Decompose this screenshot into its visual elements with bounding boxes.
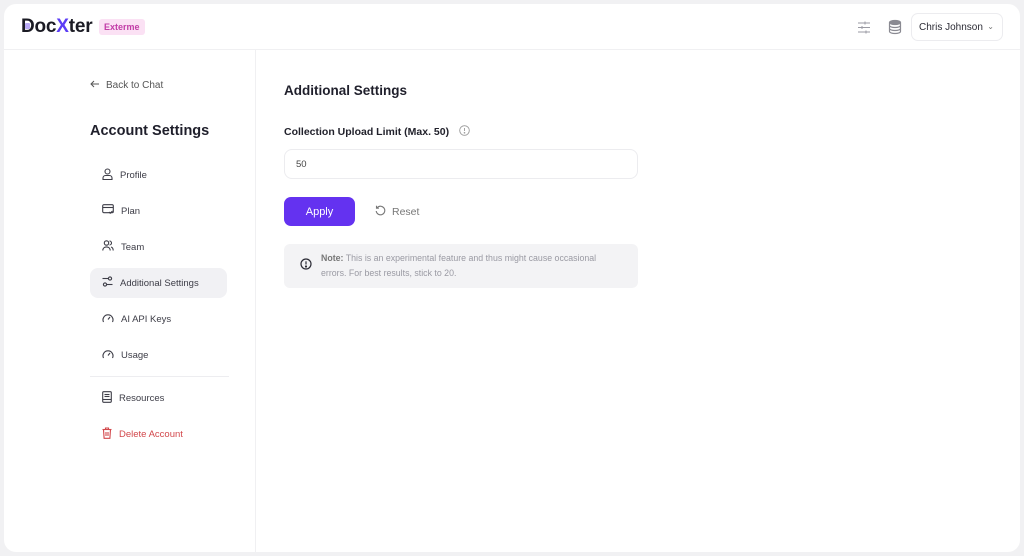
- sidebar-item-ai-api-keys[interactable]: AI API Keys: [90, 304, 227, 334]
- note-body: This is an experimental feature and thus…: [321, 253, 597, 278]
- info-icon[interactable]: [459, 125, 470, 139]
- sidebar-item-label: Resources: [119, 392, 165, 404]
- settings-sidebar: Back to Chat Account Settings Profile Pl…: [4, 50, 256, 552]
- chevron-down-icon: ⌄: [987, 22, 994, 31]
- alert-circle-icon: [300, 257, 312, 275]
- sidebar-item-resources[interactable]: Resources: [90, 383, 227, 413]
- upload-limit-label: Collection Upload Limit (Max. 50): [284, 125, 470, 139]
- book-icon: [102, 390, 112, 406]
- sidebar-item-label: Profile: [120, 169, 147, 181]
- arrow-left-icon: [90, 80, 100, 91]
- gauge-icon: [102, 313, 114, 326]
- settings-nav: Profile Plan Team Additional Settings AI…: [90, 160, 229, 455]
- brand-suffix: ter: [68, 16, 93, 37]
- brand-logo[interactable]: Doc Xter: [21, 16, 93, 38]
- brand-prefix: Doc: [21, 16, 57, 37]
- reset-label: Reset: [392, 206, 420, 218]
- trash-icon: [102, 426, 112, 442]
- sidebar-item-profile[interactable]: Profile: [90, 160, 227, 190]
- apply-button[interactable]: Apply: [284, 197, 355, 226]
- top-bar: Doc Xter Exterme Chris Johnson ⌄: [4, 4, 1020, 50]
- nav-divider: [90, 376, 229, 377]
- sidebar-title: Account Settings: [90, 123, 210, 139]
- sidebar-item-label: Delete Account: [119, 428, 183, 440]
- upload-limit-input[interactable]: [284, 149, 638, 179]
- sidebar-item-label: AI API Keys: [121, 313, 172, 325]
- sliders-icon[interactable]: [856, 18, 872, 36]
- sidebar-item-additional-settings[interactable]: Additional Settings: [90, 268, 227, 298]
- note-label: Note:: [321, 253, 344, 263]
- plan-badge: Exterme: [99, 19, 145, 35]
- reset-button[interactable]: Reset: [375, 205, 419, 219]
- reset-icon: [375, 205, 386, 219]
- top-icons: [856, 18, 904, 36]
- gauge-icon: [102, 349, 114, 362]
- sidebar-item-plan[interactable]: Plan: [90, 196, 227, 226]
- sidebar-item-usage[interactable]: Usage: [90, 340, 227, 370]
- sidebar-item-label: Plan: [121, 205, 141, 217]
- back-to-chat-link[interactable]: Back to Chat: [90, 80, 163, 91]
- sidebar-item-label: Additional Settings: [120, 277, 199, 289]
- coins-icon[interactable]: [888, 18, 904, 36]
- note-text: Note: This is an experimental feature an…: [321, 251, 621, 281]
- back-label: Back to Chat: [106, 80, 164, 91]
- page-title: Additional Settings: [284, 83, 407, 98]
- experimental-note: Note: This is an experimental feature an…: [284, 244, 638, 288]
- brand-x: X: [56, 16, 69, 37]
- sidebar-item-delete-account[interactable]: Delete Account: [90, 419, 227, 449]
- field-label-text: Collection Upload Limit (Max. 50): [284, 126, 450, 138]
- user-name: Chris Johnson: [919, 21, 983, 33]
- user-icon: [102, 167, 113, 183]
- team-icon: [102, 240, 114, 254]
- sliders-icon: [102, 276, 113, 290]
- card-icon: [102, 204, 114, 218]
- user-menu-dropdown[interactable]: Chris Johnson ⌄: [911, 13, 1003, 41]
- app-window: Doc Xter Exterme Chris Johnson ⌄ Back to…: [4, 4, 1020, 552]
- sidebar-item-label: Team: [121, 241, 145, 253]
- sidebar-item-team[interactable]: Team: [90, 232, 227, 262]
- sidebar-item-label: Usage: [121, 349, 149, 361]
